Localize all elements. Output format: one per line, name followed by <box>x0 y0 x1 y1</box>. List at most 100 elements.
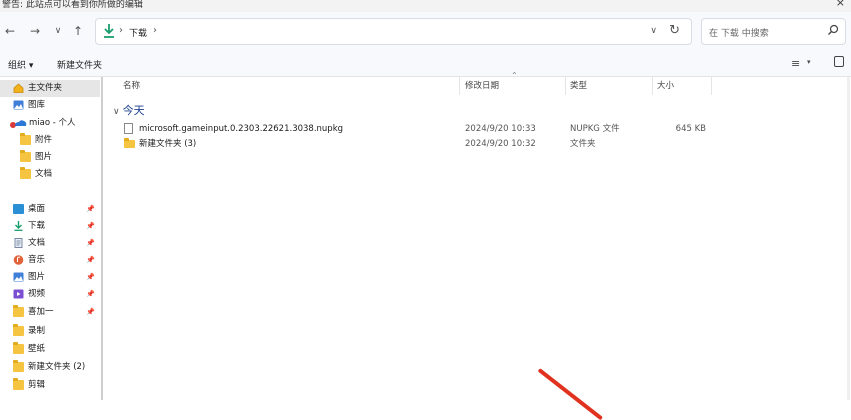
sidebar-item-label: 图库 <box>28 100 46 110</box>
group-header-today[interactable]: ∨ 今天 <box>113 102 145 118</box>
column-divider[interactable] <box>459 77 460 95</box>
pin-icon[interactable]: 📌 <box>86 201 95 218</box>
sidebar-item-xijiayi[interactable]: 喜加一 📌 <box>0 304 100 321</box>
view-dropdown-icon[interactable]: ▾ <box>807 58 811 66</box>
file-date: 2024/9/20 10:33 <box>465 124 536 134</box>
refresh-icon[interactable]: ↻ <box>669 23 680 38</box>
file-date: 2024/9/20 10:32 <box>465 139 536 149</box>
search-placeholder: 在 下载 中搜索 <box>709 29 769 39</box>
content-scrollbar[interactable] <box>847 77 850 400</box>
back-button[interactable]: ← <box>2 24 18 38</box>
sidebar-item-attachments[interactable]: 附件 <box>0 132 100 149</box>
address-history-dropdown[interactable]: ∨ <box>650 26 657 36</box>
video-icon <box>13 289 24 299</box>
address-bar[interactable]: › 下载 › ∨ ↻ <box>95 18 692 45</box>
folder-icon <box>13 378 24 390</box>
file-type: 文件夹 <box>570 139 596 149</box>
sidebar-item-label: 文档 <box>28 238 46 248</box>
sidebar-item-pictures[interactable]: 图片 📌 <box>0 269 100 286</box>
sidebar-item-onedrive-pictures[interactable]: 图片 <box>0 149 100 166</box>
sidebar-item-onedrive-documents[interactable]: 文档 <box>0 166 100 183</box>
table-row[interactable]: 新建文件夹 (3) 2024/9/20 10:32 文件夹 <box>103 136 851 152</box>
folder-icon <box>124 138 135 148</box>
sidebar-item-label: 附件 <box>35 135 53 145</box>
pin-icon[interactable]: 📌 <box>86 286 95 303</box>
window-title: 警告: 此站点可以看到你所做的编辑 <box>2 0 143 10</box>
sidebar-item-label: 图片 <box>35 152 53 162</box>
column-header-size[interactable]: 大小 <box>657 77 674 99</box>
pin-icon[interactable]: 📌 <box>86 304 95 321</box>
title-bar: 警告: 此站点可以看到你所做的编辑 × <box>0 0 851 12</box>
recent-locations-button[interactable]: ∨ <box>50 24 66 38</box>
sort-indicator-icon: ⌃ <box>511 71 518 80</box>
pin-icon[interactable]: 📌 <box>86 235 95 252</box>
sidebar-item-label: 录制 <box>28 326 46 336</box>
folder-icon <box>13 305 24 317</box>
sidebar-item-recordings[interactable]: 录制 <box>0 323 100 340</box>
sidebar-item-home[interactable]: 主文件夹 <box>0 80 100 97</box>
chevron-down-icon: ∨ <box>113 107 120 117</box>
document-icon <box>14 238 23 248</box>
music-icon <box>13 255 24 265</box>
sidebar-item-label: 文档 <box>35 169 53 179</box>
sidebar-item-onedrive[interactable]: miao - 个人 <box>0 115 100 132</box>
folder-icon <box>20 150 31 162</box>
sidebar-item-label: 图片 <box>28 272 46 282</box>
sidebar-item-label: 主文件夹 <box>28 83 63 93</box>
table-row[interactable]: microsoft.gameinput.0.2303.22621.3038.nu… <box>103 121 851 137</box>
file-name: 新建文件夹 (3) <box>139 139 197 149</box>
search-box[interactable]: 在 下载 中搜索 <box>701 18 846 45</box>
command-bar: 组织 ▾ 新建文件夹 ≡ ▾ <box>0 52 851 77</box>
preview-pane-icon[interactable] <box>834 56 844 67</box>
onedrive-cloud-icon <box>10 120 27 128</box>
pin-icon[interactable]: 📌 <box>86 269 95 286</box>
search-icon <box>828 24 839 35</box>
download-icon <box>14 221 23 231</box>
column-divider[interactable] <box>652 77 653 95</box>
breadcrumb-downloads[interactable]: 下载 <box>129 26 147 39</box>
address-row: ← → ∨ ↑ › 下载 › ∨ ↻ 在 下载 中搜索 <box>0 12 851 52</box>
file-list: 名称 ⌃ 修改日期 类型 大小 ∨ 今天 microsoft.gameinput.… <box>103 71 851 400</box>
sidebar-item-label: 桌面 <box>28 204 46 214</box>
file-icon <box>124 123 133 134</box>
gallery-icon <box>13 100 24 110</box>
column-divider[interactable] <box>565 77 566 95</box>
sidebar-item-clips[interactable]: 剪辑 <box>0 377 100 394</box>
column-header-name[interactable]: 名称 <box>123 77 140 99</box>
folder-icon <box>20 167 31 179</box>
file-name: microsoft.gameinput.0.2303.22621.3038.nu… <box>139 124 344 134</box>
view-icon[interactable]: ≡ <box>791 57 800 70</box>
desktop-icon <box>13 204 24 214</box>
column-header-type[interactable]: 类型 <box>570 77 587 99</box>
sidebar-item-label: 视频 <box>28 289 46 299</box>
sidebar-item-music[interactable]: 音乐 📌 <box>0 252 100 269</box>
sidebar-item-label: 剪辑 <box>28 380 46 390</box>
close-icon[interactable]: × <box>836 0 845 9</box>
sidebar-item-new-folder-2[interactable]: 新建文件夹 (2) <box>0 359 100 376</box>
sidebar-item-wallpapers[interactable]: 壁纸 <box>0 341 100 358</box>
sidebar-item-downloads[interactable]: 下载 📌 <box>0 218 100 235</box>
breadcrumb-separator: › <box>119 25 123 36</box>
sidebar-item-gallery[interactable]: 图库 <box>0 97 100 114</box>
organize-menu[interactable]: 组织 ▾ <box>8 58 33 71</box>
folder-icon <box>13 360 24 372</box>
pin-icon[interactable]: 📌 <box>86 252 95 269</box>
home-icon <box>13 83 24 93</box>
navigation-pane: 主文件夹 图库 miao - 个人 附件 图片 文档 桌面 📌 下载 📌 文档 … <box>0 77 104 400</box>
sidebar-item-label: 下载 <box>28 221 46 231</box>
forward-button[interactable]: → <box>27 24 43 38</box>
file-type: NUPKG 文件 <box>570 124 620 134</box>
up-button[interactable]: ↑ <box>70 24 86 38</box>
column-header-date[interactable]: 修改日期 <box>465 77 499 99</box>
sidebar-item-videos[interactable]: 视频 📌 <box>0 286 100 303</box>
sidebar-item-documents[interactable]: 文档 📌 <box>0 235 100 252</box>
folder-icon <box>13 324 24 336</box>
sidebar-item-label: 喜加一 <box>28 307 54 317</box>
folder-icon <box>13 342 24 354</box>
sidebar-item-desktop[interactable]: 桌面 📌 <box>0 201 100 218</box>
column-divider[interactable] <box>711 77 712 95</box>
new-folder-button[interactable]: 新建文件夹 <box>57 58 102 71</box>
pin-icon[interactable]: 📌 <box>86 218 95 235</box>
sidebar-item-label: miao - 个人 <box>29 118 76 128</box>
file-size: 645 KB <box>675 124 706 134</box>
